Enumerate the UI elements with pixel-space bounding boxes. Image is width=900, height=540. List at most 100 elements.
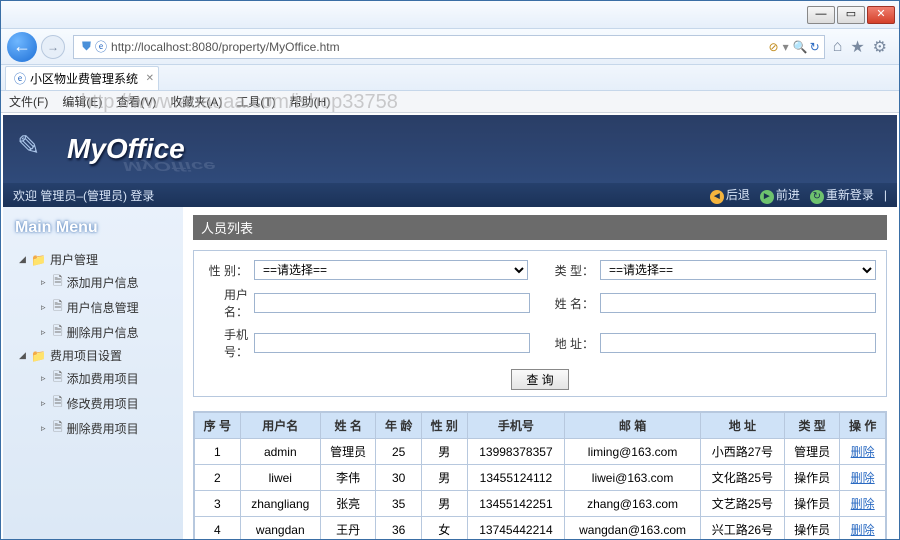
tree-label: 删除费用项目	[67, 420, 139, 437]
action-cell: 删除	[840, 491, 886, 517]
page-banner: ✎ MyOffice MyOffice	[1, 113, 899, 183]
favorites-icon[interactable]: ★	[850, 37, 864, 57]
table-cell: wangdan	[240, 517, 320, 540]
menu-help[interactable]: 帮助(H)	[290, 93, 331, 110]
arrow-icon: ◢	[19, 350, 27, 361]
arrow-icon: ▹	[41, 398, 49, 409]
tree-group[interactable]: ◢📁用户管理	[9, 249, 177, 270]
menu-bar: 文件(F) 编辑(E) 查看(V) 收藏夹(A) 工具(T) 帮助(H)	[1, 91, 899, 113]
search-icon[interactable]: 🔍	[793, 40, 808, 54]
data-table-wrap: 序 号用户名姓 名年 龄性 别手机号邮 箱地 址类 型操 作 1admin管理员…	[193, 411, 887, 540]
data-table: 序 号用户名姓 名年 龄性 别手机号邮 箱地 址类 型操 作 1admin管理员…	[194, 412, 886, 540]
tree-label: 添加费用项目	[67, 370, 139, 387]
tree-item[interactable]: ▹🗎删除费用项目	[9, 416, 177, 441]
table-cell: 操作员	[784, 491, 839, 517]
stop-icon[interactable]: ⊘	[769, 40, 779, 54]
input-username[interactable]	[254, 293, 530, 313]
input-address[interactable]	[600, 333, 876, 353]
table-row: 2liwei李伟30男13455124112liwei@163.com文化路25…	[195, 465, 886, 491]
table-cell: 男	[421, 465, 467, 491]
table-cell: wangdan@163.com	[565, 517, 701, 540]
welcome-text: 欢迎 管理员–(管理员) 登录	[13, 187, 154, 204]
menu-tools[interactable]: 工具(T)	[236, 93, 275, 110]
table-cell: 13998378357	[467, 439, 565, 465]
col-header: 姓 名	[320, 413, 375, 439]
close-button[interactable]: ✕	[867, 6, 895, 24]
arrow-icon: ▹	[41, 423, 49, 434]
sidebar: Main Menu ◢📁用户管理▹🗎添加用户信息▹🗎用户信息管理▹🗎删除用户信息…	[3, 207, 183, 540]
nav-tree: ◢📁用户管理▹🗎添加用户信息▹🗎用户信息管理▹🗎删除用户信息◢📁费用项目设置▹🗎…	[9, 249, 177, 441]
tree-item[interactable]: ▹🗎删除用户信息	[9, 320, 177, 345]
file-icon: 🗎	[53, 272, 63, 293]
query-button[interactable]: 查 询	[511, 369, 568, 390]
delete-link[interactable]: 删除	[851, 523, 875, 537]
input-realname[interactable]	[600, 293, 876, 313]
file-icon: 🗎	[53, 368, 63, 389]
col-header: 操 作	[840, 413, 886, 439]
tree-item[interactable]: ▹🗎修改费用项目	[9, 391, 177, 416]
table-row: 3zhangliang张亮35男13455142251zhang@163.com…	[195, 491, 886, 517]
tree-item[interactable]: ▹🗎添加费用项目	[9, 366, 177, 391]
table-row: 4wangdan王丹36女13745442214wangdan@163.com兴…	[195, 517, 886, 540]
minimize-button[interactable]: —	[807, 6, 835, 24]
table-cell: 男	[421, 491, 467, 517]
dropdown-icon[interactable]: ▾	[783, 40, 789, 54]
divider: |	[884, 188, 887, 202]
maximize-button[interactable]: ▭	[837, 6, 865, 24]
arrow-icon: ▹	[41, 277, 49, 288]
filter-panel: 性 别：==请选择== 类 型：==请选择== 用户名： 姓 名： 手机号： 地…	[193, 250, 887, 397]
menu-view[interactable]: 查看(V)	[116, 93, 156, 110]
input-phone[interactable]	[254, 333, 530, 353]
shield-icon: ⛊	[82, 39, 91, 54]
link-back[interactable]: ◄后退	[710, 186, 750, 204]
welcome-bar: 欢迎 管理员–(管理员) 登录 ◄后退 ►前进 ↻重新登录 |	[1, 183, 899, 207]
link-forward[interactable]: ►前进	[760, 186, 800, 204]
file-icon: 🗎	[53, 297, 63, 318]
table-cell: 1	[195, 439, 241, 465]
nav-back-button[interactable]: ←	[7, 32, 37, 62]
window-titlebar: — ▭ ✕	[1, 1, 899, 29]
table-cell: 兴工路26号	[700, 517, 784, 540]
col-header: 手机号	[467, 413, 565, 439]
action-cell: 删除	[840, 517, 886, 540]
table-cell: 30	[376, 465, 422, 491]
home-icon[interactable]: ⌂	[833, 38, 843, 56]
logo-icon: ✎	[17, 129, 57, 169]
relogin-icon: ↻	[810, 190, 824, 204]
table-row: 1admin管理员25男13998378357liming@163.com小西路…	[195, 439, 886, 465]
menu-favorites[interactable]: 收藏夹(A)	[170, 93, 222, 110]
refresh-icon[interactable]: ↻	[810, 40, 820, 54]
tree-item[interactable]: ▹🗎用户信息管理	[9, 295, 177, 320]
table-cell: 女	[421, 517, 467, 540]
table-cell: 4	[195, 517, 241, 540]
select-type[interactable]: ==请选择==	[600, 260, 876, 280]
tab-strip: ⓔ 小区物业费管理系统 ✕	[1, 65, 899, 91]
nav-forward-button[interactable]: →	[41, 35, 65, 59]
delete-link[interactable]: 删除	[851, 471, 875, 485]
tree-group[interactable]: ◢📁费用项目设置	[9, 345, 177, 366]
address-bar[interactable]: ⛊ ⓔ ⊘ ▾ 🔍 ↻	[73, 35, 825, 59]
menu-edit[interactable]: 编辑(E)	[62, 93, 102, 110]
table-cell: 王丹	[320, 517, 375, 540]
select-gender[interactable]: ==请选择==	[254, 260, 528, 280]
tree-item[interactable]: ▹🗎添加用户信息	[9, 270, 177, 295]
delete-link[interactable]: 删除	[851, 445, 875, 459]
table-cell: admin	[240, 439, 320, 465]
table-cell: 13455142251	[467, 491, 565, 517]
tab-close-icon[interactable]: ✕	[146, 73, 154, 84]
link-relogin[interactable]: ↻重新登录	[810, 186, 874, 204]
col-header: 年 龄	[376, 413, 422, 439]
table-cell: 管理员	[320, 439, 375, 465]
gear-icon[interactable]: ⚙	[873, 37, 887, 57]
label-gender: 性 别：	[204, 262, 254, 279]
url-input[interactable]	[111, 40, 769, 54]
table-cell: 13745442214	[467, 517, 565, 540]
file-icon: 🗎	[53, 322, 63, 343]
table-cell: 男	[421, 439, 467, 465]
table-cell: 小西路27号	[700, 439, 784, 465]
browser-tab[interactable]: ⓔ 小区物业费管理系统 ✕	[5, 66, 159, 90]
table-cell: 操作员	[784, 517, 839, 540]
menu-file[interactable]: 文件(F)	[9, 93, 48, 110]
folder-icon: 📁	[31, 349, 46, 363]
delete-link[interactable]: 删除	[851, 497, 875, 511]
